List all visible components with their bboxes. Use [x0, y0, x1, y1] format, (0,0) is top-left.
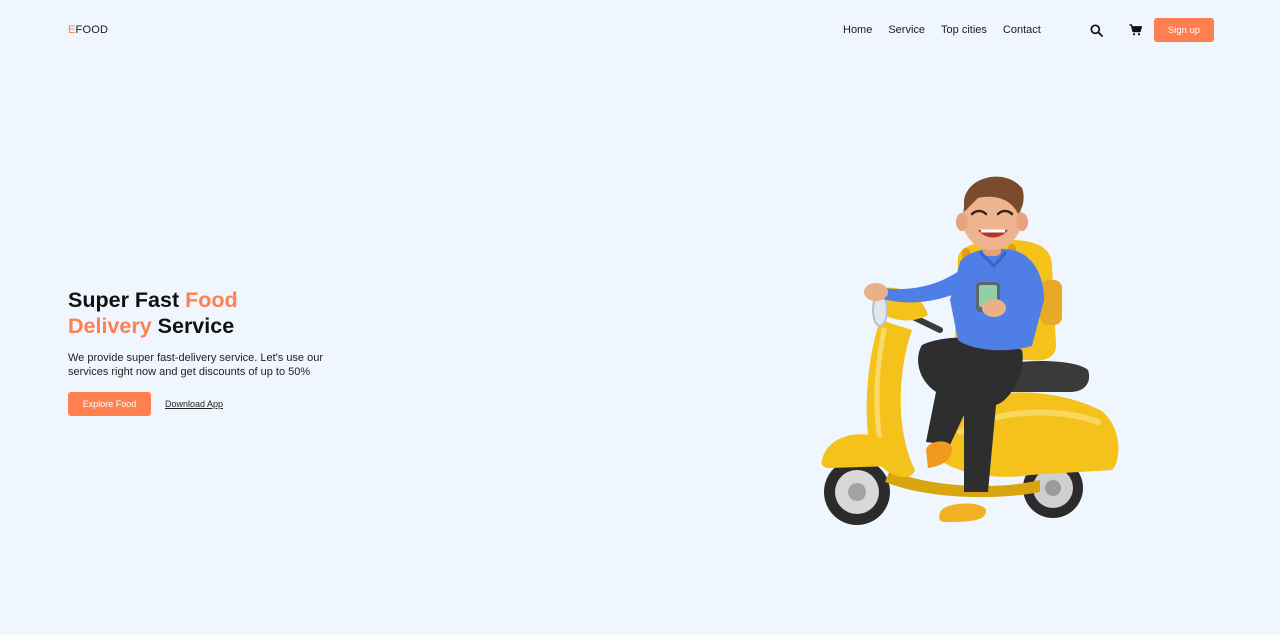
front-wheel	[824, 459, 890, 525]
nav-contact[interactable]: Contact	[1003, 24, 1041, 36]
landing-page: EFOOD Home Service Top cities Contact Si…	[0, 0, 1280, 635]
signup-button[interactable]: Sign up	[1154, 18, 1214, 42]
hero-description: We provide super fast-delivery service. …	[68, 352, 324, 378]
download-app-link[interactable]: Download App	[165, 399, 223, 409]
hero-title-accent1: Food	[185, 288, 238, 312]
nav-home[interactable]: Home	[843, 24, 872, 36]
cart-icon[interactable]	[1127, 22, 1143, 38]
logo-accent: E	[68, 24, 76, 36]
brand-logo[interactable]: EFOOD	[68, 24, 108, 36]
hero-title-accent2: Delivery	[68, 314, 152, 338]
search-icon[interactable]	[1088, 22, 1104, 38]
hero-title-part2: Service	[151, 314, 235, 338]
hero-title-part1: Super Fast	[68, 288, 186, 312]
main-nav: Home Service Top cities Contact	[843, 24, 1041, 36]
hero-title: Super Fast Food Delivery Service	[68, 287, 238, 339]
delivery-scooter-illustration	[821, 176, 1119, 525]
nav-top-cities[interactable]: Top cities	[941, 24, 987, 36]
explore-food-button[interactable]: Explore Food	[68, 392, 151, 416]
logo-text: FOOD	[75, 24, 109, 36]
hero-cta-row: Explore Food Download App	[68, 392, 223, 416]
nav-service[interactable]: Service	[888, 24, 925, 36]
